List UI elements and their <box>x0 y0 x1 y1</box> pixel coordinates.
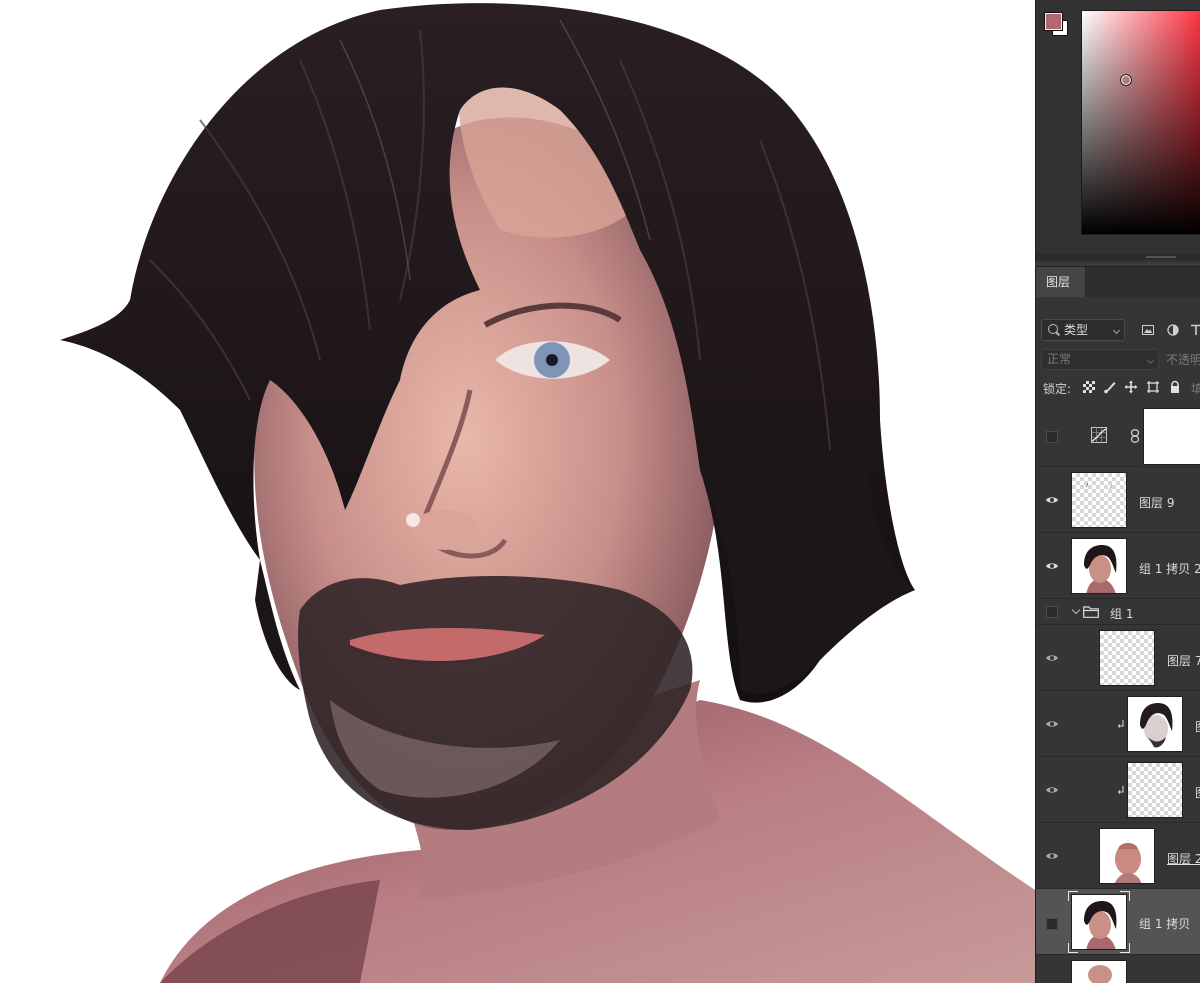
adjustment-filter-icon[interactable] <box>1167 324 1179 336</box>
layer-row[interactable]: 图层 2 <box>1036 823 1200 889</box>
layer-visibility-toggle[interactable] <box>1046 918 1058 930</box>
opacity-label: 不透明 <box>1166 353 1200 367</box>
layer-row[interactable]: 组 1 拷贝 2 <box>1036 533 1200 599</box>
layer-thumbnail[interactable] <box>1127 762 1183 818</box>
selection-corner <box>1068 891 1078 901</box>
lock-label: 锁定: <box>1043 382 1072 396</box>
lock-row: 锁定: 填 <box>1036 377 1200 399</box>
eye-icon[interactable] <box>1045 849 1059 863</box>
layer-thumbnail[interactable] <box>1071 894 1127 950</box>
layer-visibility-toggle[interactable] <box>1046 606 1058 618</box>
eye-icon[interactable] <box>1045 783 1059 797</box>
selection-corner <box>1120 943 1130 953</box>
layer-group-row[interactable]: 组 1 <box>1036 599 1200 625</box>
right-panel-dock: 图层 类型 正常 不透明 锁定: 填 图层 9 组 1 拷贝 2 组 1 图层 … <box>1035 0 1200 983</box>
color-saturation-brightness-field[interactable] <box>1081 10 1200 235</box>
layer-row-partial[interactable] <box>1036 955 1200 983</box>
selection-corner <box>1120 891 1130 901</box>
color-panel <box>1035 0 1200 262</box>
layer-row-clipped[interactable]: 图 <box>1036 691 1200 757</box>
layer-name[interactable]: 组 1 拷贝 <box>1139 915 1190 932</box>
layer-thumbnail[interactable] <box>1071 960 1127 983</box>
blend-mode-select[interactable]: 正常 <box>1041 349 1159 370</box>
lock-position-icon[interactable] <box>1124 380 1138 394</box>
curves-icon <box>1091 427 1107 443</box>
eye-icon[interactable] <box>1045 717 1059 731</box>
portrait-painting <box>60 3 1035 983</box>
layer-row[interactable]: 图层 9 <box>1036 467 1200 533</box>
layer-thumbnail[interactable] <box>1099 630 1155 686</box>
type-filter-icon[interactable] <box>1190 324 1200 336</box>
panel-divider[interactable] <box>1036 254 1200 260</box>
layers-panel: 图层 类型 正常 不透明 锁定: 填 图层 9 组 1 拷贝 2 组 1 图层 … <box>1035 266 1200 983</box>
tab-layers[interactable]: 图层 <box>1036 267 1086 297</box>
blend-row: 正常 不透明 <box>1036 348 1200 372</box>
layer-row-clipped[interactable]: 图 <box>1036 757 1200 823</box>
layer-name[interactable]: 图 <box>1195 718 1200 735</box>
layer-filter-select[interactable]: 类型 <box>1041 319 1125 341</box>
lock-artboard-icon[interactable] <box>1146 380 1160 394</box>
chevron-down-icon[interactable] <box>1071 605 1081 615</box>
layer-mask-thumbnail[interactable] <box>1143 408 1200 465</box>
layer-name[interactable]: 组 1 拷贝 2 <box>1139 560 1200 577</box>
lock-image-pixels-icon[interactable] <box>1103 380 1117 394</box>
lock-transparent-pixels-icon[interactable] <box>1082 380 1096 394</box>
layer-thumbnail[interactable] <box>1071 538 1127 594</box>
layer-name[interactable]: 图 <box>1195 784 1200 801</box>
lock-all-icon[interactable] <box>1168 380 1182 394</box>
layer-name[interactable]: 图层 2 <box>1167 850 1200 867</box>
search-icon <box>1048 324 1058 334</box>
color-picker-cursor[interactable] <box>1120 74 1132 86</box>
link-icon[interactable] <box>1130 429 1140 443</box>
layer-filter-label: 类型 <box>1064 323 1089 337</box>
eye-icon[interactable] <box>1045 559 1059 573</box>
blend-mode-value: 正常 <box>1047 352 1072 366</box>
layer-thumbnail[interactable] <box>1127 696 1183 752</box>
clipping-mask-icon <box>1117 786 1124 794</box>
eye-icon[interactable] <box>1045 651 1059 665</box>
layer-row[interactable]: 图层 7 <box>1036 625 1200 691</box>
eye-icon[interactable] <box>1045 493 1059 507</box>
foreground-color-swatch[interactable] <box>1044 12 1063 31</box>
clipping-mask-icon <box>1117 720 1124 728</box>
chevron-down-icon <box>1112 326 1121 335</box>
layer-thumbnail[interactable] <box>1071 472 1127 528</box>
layer-thumbnail[interactable] <box>1099 828 1155 884</box>
layer-visibility-toggle[interactable] <box>1046 431 1058 443</box>
fill-label: 填 <box>1191 382 1200 396</box>
layer-name[interactable]: 组 1 <box>1110 605 1133 622</box>
layer-row-adjustment[interactable] <box>1036 401 1200 467</box>
layer-row-selected[interactable]: 组 1 拷贝 <box>1036 889 1200 955</box>
image-filter-icon[interactable] <box>1142 324 1154 336</box>
selection-corner <box>1068 943 1078 953</box>
layer-name[interactable]: 图层 9 <box>1139 494 1174 511</box>
document-canvas[interactable] <box>0 0 1035 983</box>
chevron-down-icon <box>1146 356 1155 365</box>
folder-icon <box>1083 606 1099 618</box>
layer-name[interactable]: 图层 7 <box>1167 652 1200 669</box>
layer-filter-row: 类型 <box>1036 317 1200 343</box>
